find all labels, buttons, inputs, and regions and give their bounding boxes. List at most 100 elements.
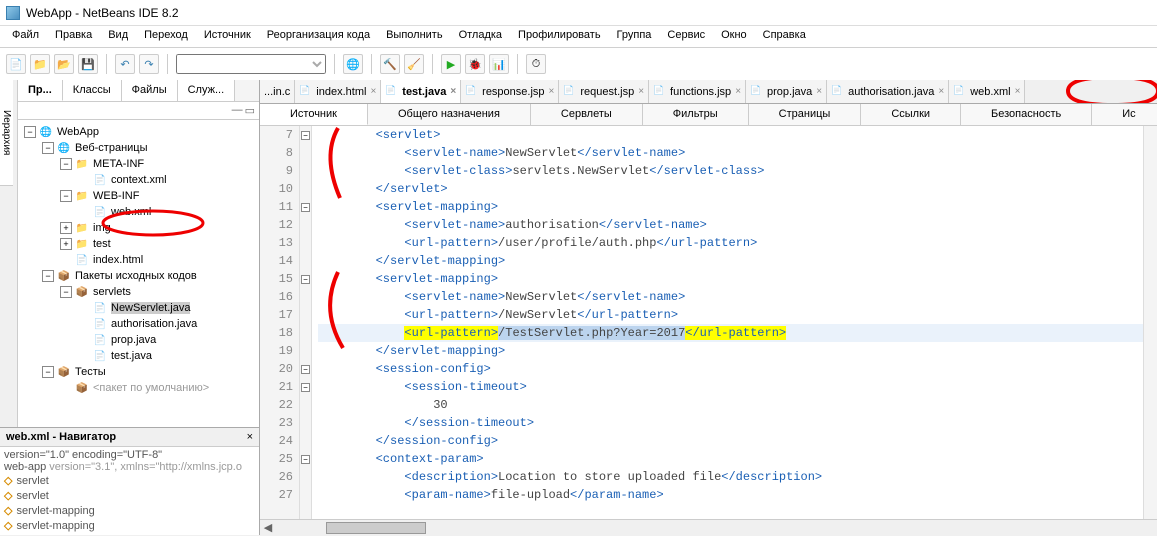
tab-requestjsp[interactable]: 📄request.jsp× xyxy=(559,80,649,103)
menu-refactor[interactable]: Реорганизация кода xyxy=(259,26,378,47)
menu-bar: Файл Правка Вид Переход Источник Реорган… xyxy=(0,26,1157,48)
tree-root[interactable]: −🌐WebApp xyxy=(20,124,257,140)
open-icon[interactable]: 📂 xyxy=(54,54,74,74)
nav-servlet1[interactable]: ◇servlet xyxy=(4,473,255,488)
scrollbar-thumb[interactable] xyxy=(326,522,426,534)
tab-inc[interactable]: ...in.c xyxy=(260,80,295,103)
tab-close-icon[interactable]: × xyxy=(638,86,644,97)
scroll-left-icon[interactable]: ◀ xyxy=(260,520,276,536)
projects-tab[interactable]: Пр... xyxy=(18,80,63,101)
menu-tools[interactable]: Сервис xyxy=(659,26,713,47)
menu-source[interactable]: Источник xyxy=(196,26,259,47)
tree-newservlet[interactable]: 📄NewServlet.java xyxy=(20,300,257,316)
tree-prop[interactable]: 📄prop.java xyxy=(20,332,257,348)
save-all-icon[interactable]: 💾 xyxy=(78,54,98,74)
tree-webinf[interactable]: −📁WEB-INF xyxy=(20,188,257,204)
tab-testjava[interactable]: 📄test.java× xyxy=(381,80,461,103)
tree-metainf[interactable]: −📁META-INF xyxy=(20,156,257,172)
run-icon[interactable]: ▶ xyxy=(441,54,461,74)
subtab-servlets[interactable]: Сервлеты xyxy=(531,104,643,125)
menu-help[interactable]: Справка xyxy=(755,26,814,47)
code-editor[interactable]: 789101112131415161718192021222324252627 … xyxy=(260,126,1157,519)
new-file-icon[interactable]: 📄 xyxy=(6,54,26,74)
tab-indexhtml[interactable]: 📄index.html× xyxy=(295,80,381,103)
menu-run[interactable]: Выполнить xyxy=(378,26,450,47)
tab-close-icon[interactable]: × xyxy=(816,86,822,97)
nav-mapping2[interactable]: ◇servlet-mapping xyxy=(4,518,255,533)
horizontal-scrollbar[interactable]: ◀ xyxy=(260,519,1157,535)
attach-icon[interactable]: ⏱ xyxy=(526,54,546,74)
nav-mapping1[interactable]: ◇servlet-mapping xyxy=(4,503,255,518)
tree-test[interactable]: +📁test xyxy=(20,236,257,252)
services-tab[interactable]: Служ... xyxy=(178,80,236,101)
clean-build-icon[interactable]: 🧹 xyxy=(404,54,424,74)
tree-srcpackages[interactable]: −📦Пакеты исходных кодов xyxy=(20,268,257,284)
tab-propjava[interactable]: 📄prop.java× xyxy=(746,80,827,103)
fold-icon[interactable]: − xyxy=(301,203,310,212)
profile-icon[interactable]: 📊 xyxy=(489,54,509,74)
editor-tabs: ...in.c 📄index.html× 📄test.java× 📄respon… xyxy=(260,80,1157,104)
tab-responsejsp[interactable]: 📄response.jsp× xyxy=(461,80,559,103)
tree-testjava[interactable]: 📄test.java xyxy=(20,348,257,364)
fold-icon[interactable]: − xyxy=(301,383,310,392)
subtab-refs[interactable]: Ссылки xyxy=(861,104,961,125)
menu-file[interactable]: Файл xyxy=(4,26,47,47)
tab-close-icon[interactable]: × xyxy=(450,86,456,97)
tree-defpkg[interactable]: 📦<пакет по умолчанию> xyxy=(20,380,257,396)
undo-icon[interactable]: ↶ xyxy=(115,54,135,74)
redo-icon[interactable]: ↷ xyxy=(139,54,159,74)
fold-icon[interactable]: − xyxy=(301,275,310,284)
subtab-security[interactable]: Безопасность xyxy=(961,104,1092,125)
tree-webpages[interactable]: −🌐Веб-страницы xyxy=(20,140,257,156)
code-body[interactable]: <servlet> <servlet-name>NewServlet</serv… xyxy=(312,126,1143,519)
tab-close-icon[interactable]: × xyxy=(1015,86,1021,97)
tab-authjava[interactable]: 📄authorisation.java× xyxy=(827,80,949,103)
tree-webxml[interactable]: 📄web.xml xyxy=(20,204,257,220)
config-select[interactable] xyxy=(176,54,326,74)
menu-team[interactable]: Группа xyxy=(609,26,660,47)
tab-close-icon[interactable]: × xyxy=(549,86,555,97)
tab-close-icon[interactable]: × xyxy=(938,86,944,97)
menu-edit[interactable]: Правка xyxy=(47,26,100,47)
tree-contextxml[interactable]: 📄context.xml xyxy=(20,172,257,188)
fold-icon[interactable]: − xyxy=(301,131,310,140)
chrome-icon[interactable]: 🌐 xyxy=(343,54,363,74)
minimize-icon[interactable]: — xyxy=(232,104,243,117)
subtab-filters[interactable]: Фильтры xyxy=(643,104,749,125)
error-stripe[interactable] xyxy=(1143,126,1157,519)
fold-icon[interactable]: − xyxy=(301,365,310,374)
tab-functionsjsp[interactable]: 📄functions.jsp× xyxy=(649,80,746,103)
nav-webapp[interactable]: web-app version="3.1", xmlns="http://xml… xyxy=(4,461,255,473)
menu-navigate[interactable]: Переход xyxy=(136,26,196,47)
subtab-history[interactable]: Ис xyxy=(1092,104,1157,125)
tree-tests[interactable]: −📦Тесты xyxy=(20,364,257,380)
build-icon[interactable]: 🔨 xyxy=(380,54,400,74)
menu-view[interactable]: Вид xyxy=(100,26,136,47)
subtab-pages[interactable]: Страницы xyxy=(749,104,862,125)
classes-tab[interactable]: Классы xyxy=(63,80,122,101)
fold-icon[interactable]: − xyxy=(301,455,310,464)
navigator-close-icon[interactable]: × xyxy=(247,431,253,443)
tree-authorisation[interactable]: 📄authorisation.java xyxy=(20,316,257,332)
menu-profile[interactable]: Профилировать xyxy=(510,26,609,47)
menu-debug[interactable]: Отладка xyxy=(451,26,510,47)
nav-servlet2[interactable]: ◇servlet xyxy=(4,488,255,503)
hierarchy-tab[interactable]: Иерархия xyxy=(0,80,13,186)
fold-gutter: − − − − − − xyxy=(300,126,312,519)
new-project-icon[interactable]: 📁 xyxy=(30,54,50,74)
nav-xml-decl[interactable]: version="1.0" encoding="UTF-8" xyxy=(4,449,255,461)
tab-close-icon[interactable]: × xyxy=(370,86,376,97)
menu-window[interactable]: Окно xyxy=(713,26,755,47)
subtab-source[interactable]: Источник xyxy=(260,104,368,125)
debug-icon[interactable]: 🐞 xyxy=(465,54,485,74)
toolbar: 📄 📁 📂 💾 ↶ ↷ 🌐 🔨 🧹 ▶ 🐞 📊 ⏱ xyxy=(0,48,1157,80)
tab-webxml[interactable]: 📄web.xml× xyxy=(949,80,1025,103)
restore-icon[interactable]: ▭ xyxy=(245,104,255,117)
tree-indexhtml[interactable]: 📄index.html xyxy=(20,252,257,268)
tree-img[interactable]: +📁img xyxy=(20,220,257,236)
navigator-panel: web.xml - Навигатор × version="1.0" enco… xyxy=(0,427,259,535)
files-tab[interactable]: Файлы xyxy=(122,80,178,101)
subtab-general[interactable]: Общего назначения xyxy=(368,104,531,125)
tree-servlets[interactable]: −📦servlets xyxy=(20,284,257,300)
tab-close-icon[interactable]: × xyxy=(735,86,741,97)
